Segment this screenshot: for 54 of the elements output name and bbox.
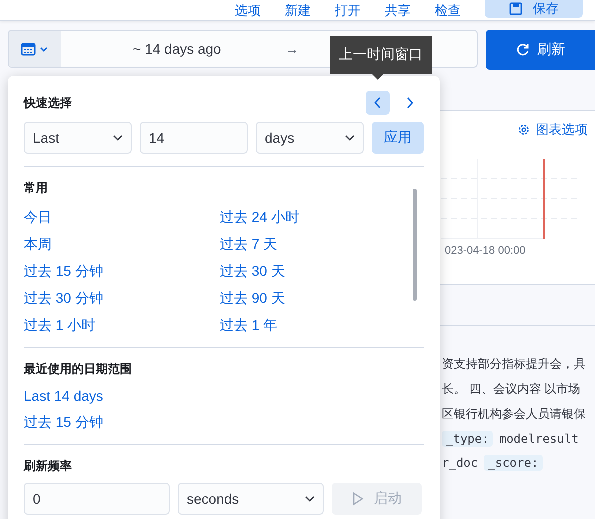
section-title: 刷新频率 [24, 459, 72, 473]
recent-range-link[interactable]: 过去 15 分钟 [24, 412, 424, 432]
save-button[interactable]: 保存 [485, 0, 583, 18]
refresh-button[interactable]: 刷新 [486, 30, 595, 70]
document-text: 长。 四、会议内容 以市场 [442, 381, 582, 398]
gear-icon [518, 124, 530, 136]
nav-link[interactable]: 检查 [435, 2, 461, 20]
interval-input[interactable]: 0 [24, 483, 170, 515]
chevron-right-icon [406, 97, 414, 109]
section-title: 最近使用的日期范围 [24, 362, 132, 376]
previous-button[interactable] [366, 91, 390, 115]
nav-link[interactable]: 共享 [385, 2, 411, 20]
range-link[interactable]: 过去 1 小时 [24, 315, 220, 335]
tooltip: 上一时间窗口 [330, 36, 432, 80]
interval-unit-select[interactable]: seconds [178, 483, 324, 515]
range-link[interactable]: 过去 24 小时 [220, 207, 424, 227]
document-text: 资支持部分指标提升会，具 [442, 356, 587, 373]
nav-link[interactable]: 选项 [235, 2, 261, 20]
chevron-left-icon [374, 97, 382, 109]
recent-range-link[interactable]: Last 14 days [24, 386, 424, 406]
range-link[interactable]: 本周 [24, 234, 220, 254]
range-link[interactable]: 过去 30 天 [220, 261, 424, 281]
section-title: 快速选择 [24, 94, 72, 112]
range-link[interactable]: 过去 7 天 [220, 234, 424, 254]
caret-icon [113, 135, 123, 141]
caret-icon [305, 496, 315, 502]
range-link[interactable]: 今日 [24, 207, 220, 227]
scrollbar[interactable] [413, 189, 417, 301]
play-icon [352, 492, 364, 506]
range-link[interactable]: 过去 90 天 [220, 288, 424, 308]
range-link[interactable]: 过去 30 分钟 [24, 288, 220, 308]
caret-icon [345, 135, 355, 141]
field-name-tag: _score: [484, 455, 543, 471]
calendar-button[interactable] [9, 31, 61, 67]
save-icon [509, 2, 523, 16]
range-link[interactable]: 过去 15 分钟 [24, 261, 220, 281]
chart-options-link[interactable]: 图表选项 [518, 121, 588, 139]
field-value: r_doc [442, 456, 478, 470]
axis-label: 023-04-18 00:00 [445, 245, 527, 257]
nav-link[interactable]: 打开 [335, 2, 361, 20]
section-title: 常用 [24, 181, 48, 195]
refresh-icon [516, 43, 530, 57]
field-name-tag: _type: [442, 431, 494, 447]
apply-button[interactable]: 应用 [372, 122, 424, 154]
unit-select[interactable]: days [256, 122, 364, 154]
arrow-text: → [285, 41, 300, 57]
field-value: modelresult [499, 432, 579, 446]
range-link[interactable]: 过去 1 年 [220, 315, 424, 335]
number-input[interactable]: 14 [140, 122, 248, 154]
start-date[interactable]: ~ 14 days ago [133, 41, 222, 57]
calendar-icon [21, 42, 49, 56]
document-text: 区银行机构参会人员请银保 [442, 406, 587, 423]
nav-link[interactable]: 新建 [285, 2, 311, 20]
direction-select[interactable]: Last [24, 122, 132, 154]
